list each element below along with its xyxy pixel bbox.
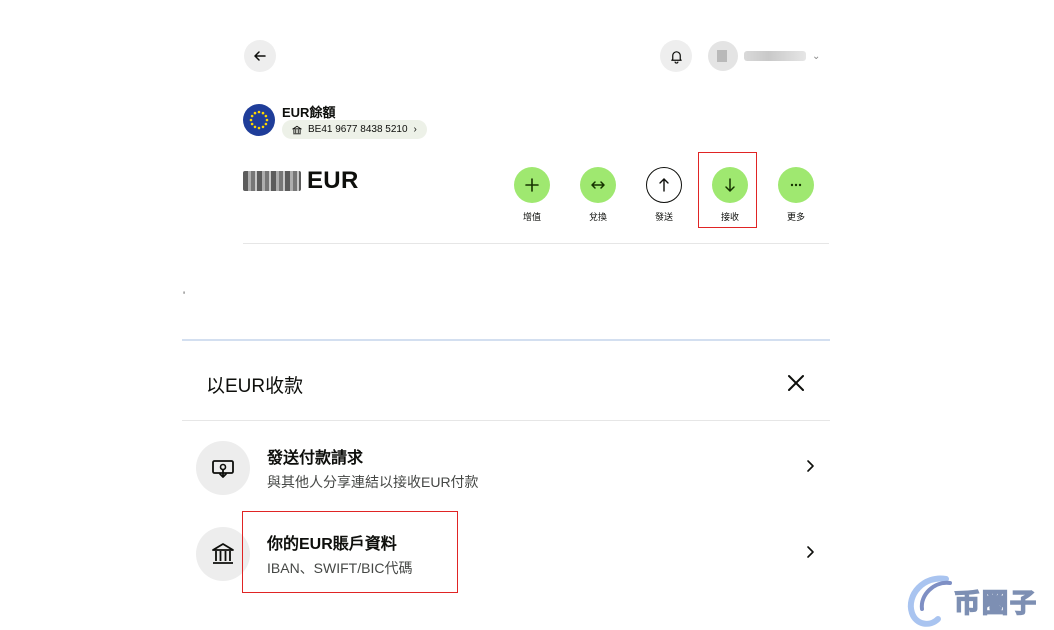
profile-menu[interactable]: ⌄ bbox=[708, 40, 820, 72]
chevron-right-icon: › bbox=[413, 124, 417, 135]
iban-text: BE41 9677 8438 5210 bbox=[308, 124, 408, 135]
top-up-label: 增值 bbox=[522, 212, 541, 222]
chevron-right-icon bbox=[807, 460, 814, 472]
convert-button[interactable]: 兌換 bbox=[578, 167, 618, 223]
eu-flag-icon bbox=[243, 104, 275, 136]
account-title: EUR餘額 bbox=[282, 105, 336, 120]
balance: EUR bbox=[243, 167, 359, 195]
payment-request-icon bbox=[196, 441, 250, 495]
divider bbox=[243, 243, 829, 244]
arrow-left-icon bbox=[254, 51, 266, 61]
notifications-button[interactable] bbox=[660, 40, 692, 72]
watermark-logo: 币圈子 bbox=[904, 573, 1052, 629]
highlight-box-account-details bbox=[242, 511, 458, 593]
watermark-text: 币圈子 bbox=[953, 588, 1039, 620]
send-payment-request-option[interactable]: 發送付款請求 與其他人分享連結以接收EUR付款 bbox=[182, 432, 830, 512]
bell-icon bbox=[670, 50, 682, 64]
avatar bbox=[708, 41, 738, 71]
back-button[interactable] bbox=[244, 40, 276, 72]
more-label: 更多 bbox=[786, 212, 805, 222]
chevron-down-icon: ⌄ bbox=[812, 50, 821, 62]
close-button[interactable] bbox=[784, 371, 808, 395]
send-label: 發送 bbox=[654, 212, 673, 222]
option-subtitle: 與其他人分享連結以接收EUR付款 bbox=[267, 474, 479, 490]
plus-icon bbox=[514, 167, 550, 203]
top-up-button[interactable]: 增值 bbox=[512, 167, 552, 223]
account-details-chip[interactable]: BE41 9677 8438 5210 › bbox=[282, 120, 427, 139]
convert-label: 兌換 bbox=[588, 212, 607, 222]
sheet-title: 以EUR收款 bbox=[206, 376, 304, 397]
close-icon bbox=[788, 375, 804, 391]
stray-mark: ' bbox=[183, 290, 186, 302]
chevron-right-icon bbox=[807, 546, 814, 558]
swap-icon bbox=[580, 167, 616, 203]
bank-icon bbox=[292, 125, 302, 134]
highlight-box-receive bbox=[698, 152, 757, 228]
blurred-username bbox=[744, 51, 806, 61]
balance-currency: EUR bbox=[307, 167, 359, 194]
blurred-balance-amount bbox=[243, 171, 301, 191]
arrow-up-icon bbox=[646, 167, 682, 203]
option-title: 發送付款請求 bbox=[267, 450, 364, 467]
more-button[interactable]: 更多 bbox=[776, 167, 816, 223]
divider bbox=[182, 420, 830, 421]
more-icon bbox=[778, 167, 814, 203]
send-button[interactable]: 發送 bbox=[644, 167, 684, 223]
